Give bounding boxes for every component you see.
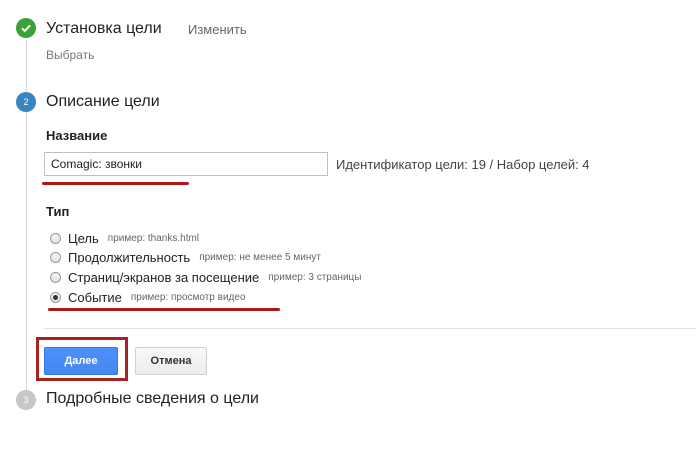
type-option-duration[interactable]: Продолжительность пример: не менее 5 мин… xyxy=(50,248,321,266)
type-option-example: пример: thanks.html xyxy=(107,232,200,244)
type-option-label: Событие xyxy=(68,289,122,305)
type-option-event[interactable]: Событие пример: просмотр видео xyxy=(50,288,246,306)
type-option-label: Продолжительность xyxy=(68,249,191,265)
step-2-title: Описание цели xyxy=(46,93,160,110)
annotation-underline-name xyxy=(42,182,189,185)
type-option-example: пример: 3 страницы xyxy=(268,271,362,283)
step-1-edit-link[interactable]: Изменить xyxy=(188,22,247,37)
type-option-label: Цель xyxy=(68,230,99,246)
type-option-example: пример: не менее 5 минут xyxy=(199,251,321,263)
step-3-title[interactable]: Подробные сведения о цели xyxy=(46,390,259,408)
step-1-summary: Выбрать xyxy=(46,48,95,62)
radio-button[interactable] xyxy=(50,251,61,263)
radio-button[interactable] xyxy=(50,271,61,283)
step-3-badge: 3 xyxy=(16,390,36,410)
goal-identifier-text: Идентификатор цели: 19 / Набор целей: 4 xyxy=(336,157,590,172)
step-1-title: Установка цели xyxy=(46,20,162,37)
annotation-box-next xyxy=(36,337,128,381)
type-option-pages[interactable]: Страниц/экранов за посещение пример: 3 с… xyxy=(50,268,361,286)
cancel-button[interactable]: Отмена xyxy=(135,347,207,375)
name-label: Название xyxy=(46,128,108,143)
type-option-example: пример: просмотр видео xyxy=(130,291,246,303)
step-2-badge: 2 xyxy=(16,92,36,112)
type-option-goal[interactable]: Цель пример: thanks.html xyxy=(50,229,199,247)
goal-name-input[interactable] xyxy=(44,152,328,176)
divider xyxy=(44,328,696,329)
type-option-label: Страниц/экранов за посещение xyxy=(68,269,260,285)
type-label: Тип xyxy=(46,204,70,219)
step-complete-check-icon xyxy=(16,18,36,38)
radio-button[interactable] xyxy=(50,232,61,244)
annotation-underline-event xyxy=(48,308,280,311)
radio-button-checked[interactable] xyxy=(50,291,61,303)
